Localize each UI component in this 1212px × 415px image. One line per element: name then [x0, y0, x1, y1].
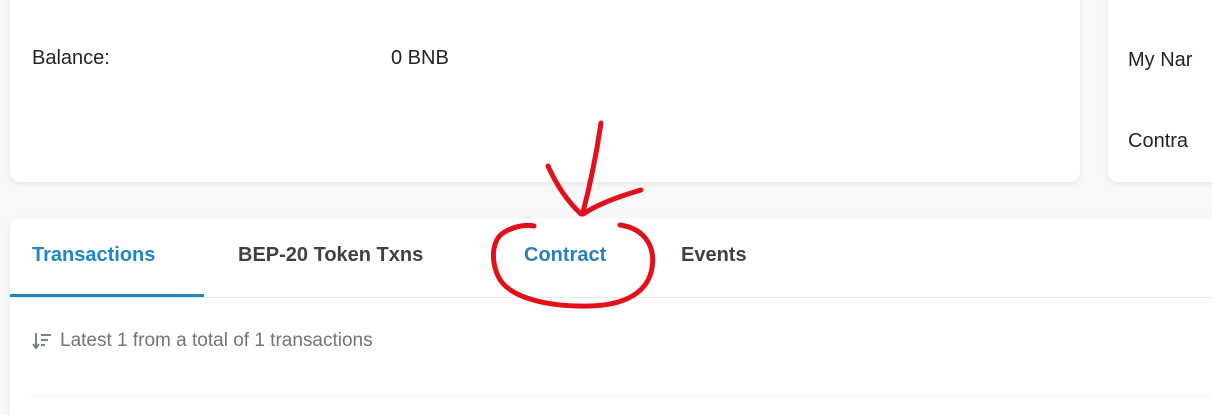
tab-contract[interactable]: Contract — [524, 244, 606, 267]
balance-value: 0 BNB — [391, 47, 449, 69]
more-info-card: My Nar Contra — [1108, 0, 1212, 182]
tab-divider — [10, 297, 1212, 298]
transactions-summary: Latest 1 from a total of 1 transactions — [32, 330, 373, 352]
overview-card: Balance: 0 BNB — [10, 0, 1080, 182]
contract-creator-label: Contra — [1128, 130, 1189, 152]
row-divider — [30, 396, 1212, 397]
my-name-tag-label: My Nar — [1128, 49, 1193, 71]
balance-label: Balance: — [32, 47, 110, 69]
annotation-arrow-head-right — [580, 187, 644, 217]
summary-text: Latest 1 from a total of 1 transactions — [60, 330, 373, 351]
tab-events[interactable]: Events — [681, 244, 747, 267]
tab-bep20-token-txns[interactable]: BEP-20 Token Txns — [238, 244, 423, 267]
sort-icon[interactable] — [32, 331, 52, 351]
tab-transactions[interactable]: Transactions — [32, 244, 155, 267]
page: Balance: 0 BNB My Nar Contra Transaction… — [0, 0, 1212, 415]
transactions-card: Transactions BEP-20 Token Txns Contract … — [10, 218, 1212, 415]
